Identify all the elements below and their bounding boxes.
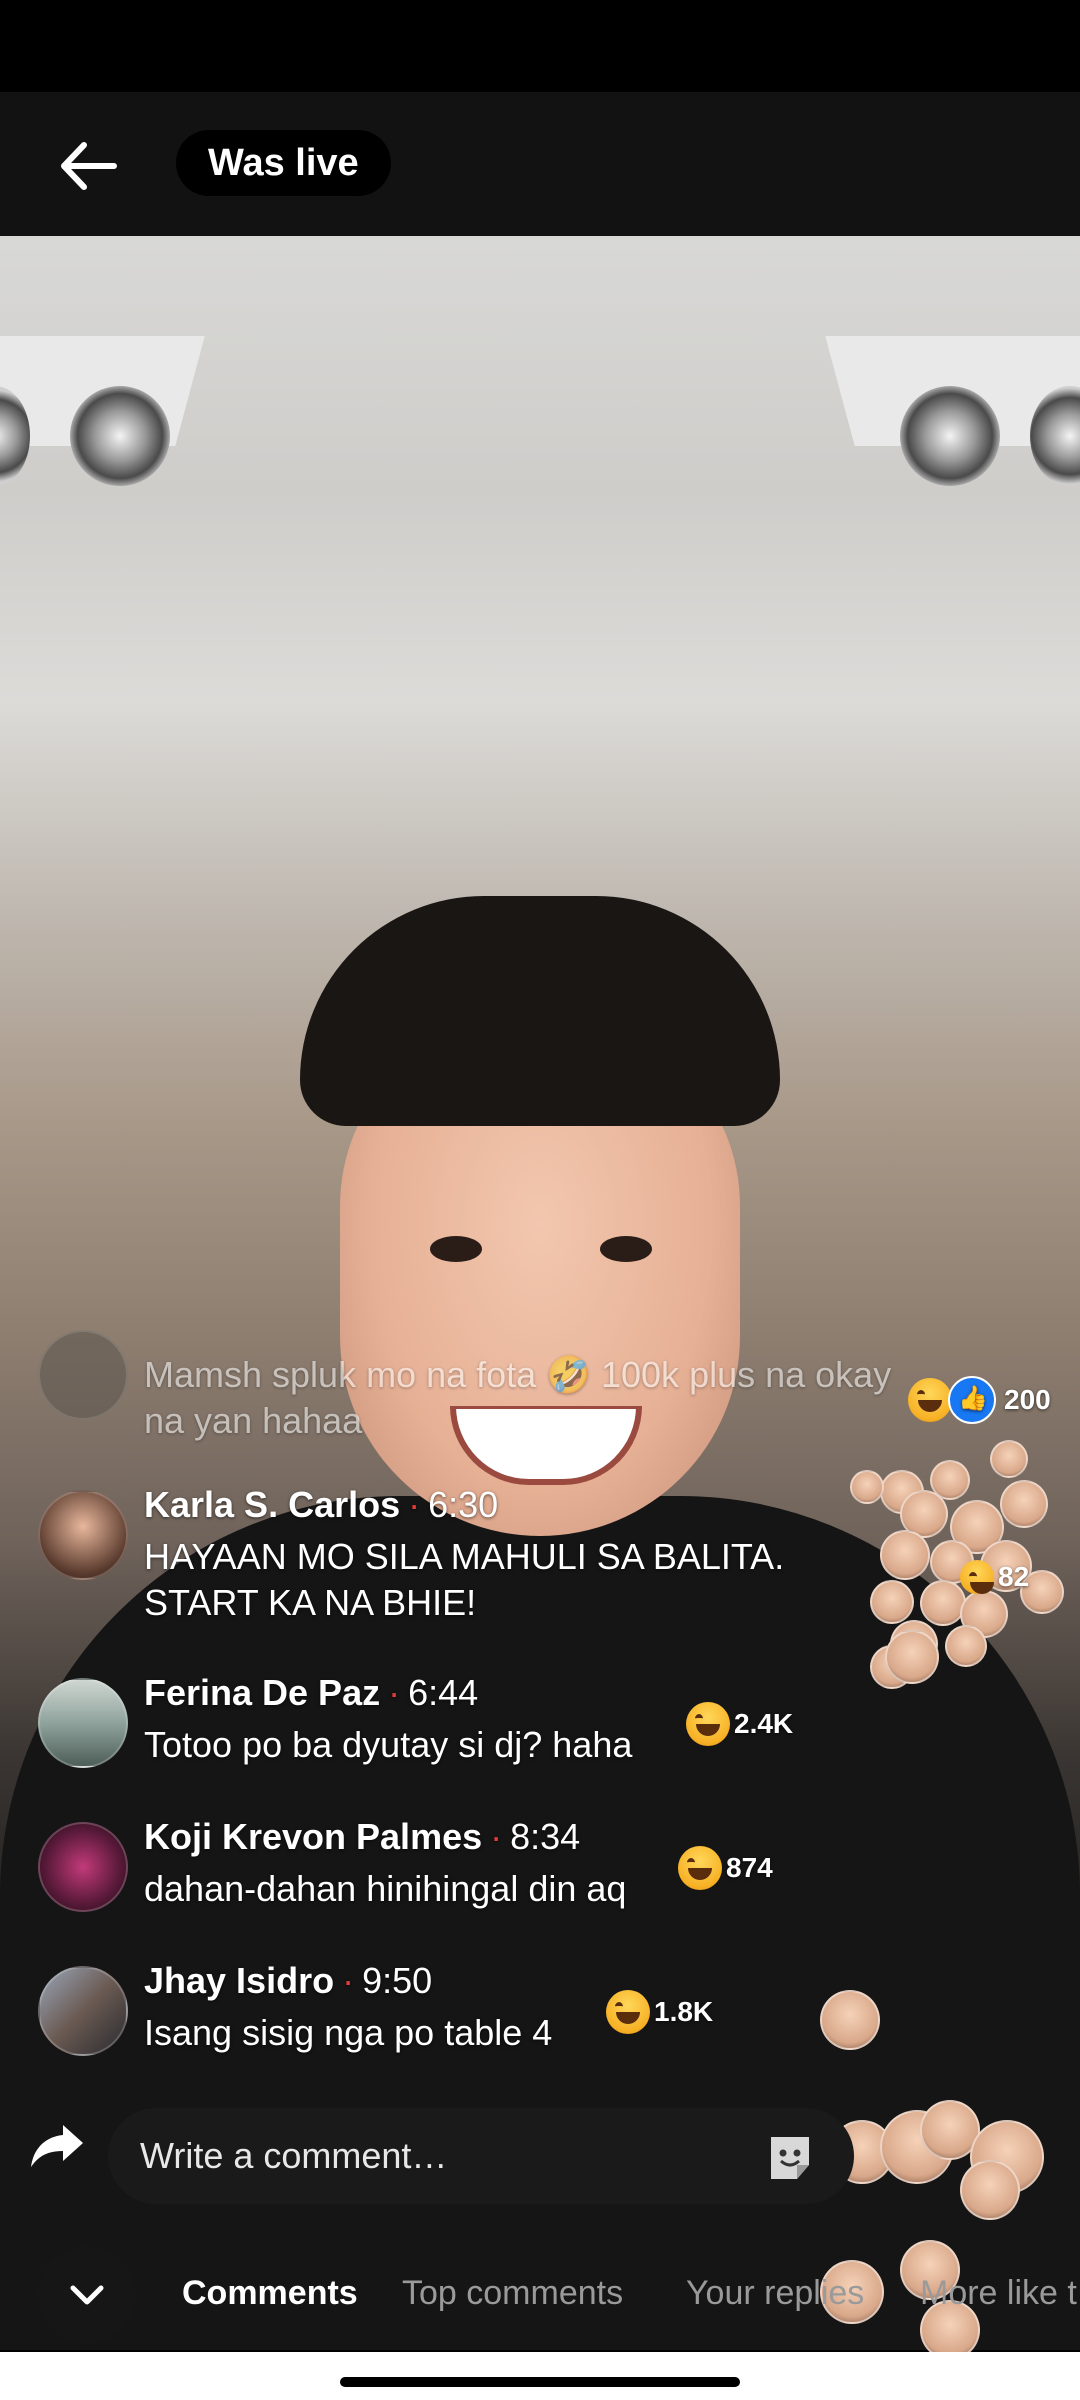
separator-dot: · xyxy=(490,1816,503,1857)
reaction-count: 874 xyxy=(726,1852,773,1883)
system-nav-bar xyxy=(0,2352,1080,2400)
comment-reactions: 1.8K xyxy=(606,1990,713,2034)
chevron-down-icon xyxy=(70,2285,104,2305)
separator-dot: · xyxy=(388,1672,401,1713)
comment-timestamp: 9:50 xyxy=(362,1960,433,2001)
comment-text: Totoo po ba dyutay si dj? haha xyxy=(144,1724,633,1765)
haha-reaction-icon xyxy=(960,1560,994,1594)
comment-composer-bar xyxy=(0,2090,1080,2204)
ceiling-light xyxy=(900,386,1000,486)
tab-top-comments[interactable]: Top comments xyxy=(402,2274,623,2313)
comment-reactions: 200 xyxy=(908,1376,1051,1424)
haha-reaction-icon xyxy=(686,1702,730,1746)
avatar xyxy=(38,1490,128,1580)
sticker-icon xyxy=(771,2137,809,2179)
like-reaction-icon xyxy=(948,1376,996,1424)
live-status-badge: Was live xyxy=(176,130,391,196)
haha-reaction-icon xyxy=(678,1846,722,1890)
avatar xyxy=(38,1330,128,1420)
comment-reactions: 82 xyxy=(960,1560,1029,1594)
comment-text: HAYAAN MO SILA MAHULI SA BALITA. START K… xyxy=(144,1536,785,1623)
avatar xyxy=(38,1966,128,2056)
author-name[interactable]: Karla S. Carlos xyxy=(144,1484,400,1525)
reaction-count: 1.8K xyxy=(654,1996,714,2027)
share-arrow-icon xyxy=(31,2125,83,2167)
tab-more-like-this[interactable]: More like t xyxy=(920,2274,1077,2313)
comment-author: Jhay Isidro · 9:50 xyxy=(144,1960,432,2002)
separator-dot: · xyxy=(408,1484,421,1525)
comment-reactions: 2.4K xyxy=(686,1702,793,1746)
comment-author: Karla S. Carlos · 6:30 xyxy=(144,1484,498,1526)
share-button[interactable] xyxy=(24,2112,90,2178)
header: Was live xyxy=(0,92,1080,236)
haha-reaction-icon xyxy=(606,1990,650,2034)
comment-author: Koji Krevon Palmes · 8:34 xyxy=(144,1816,580,1858)
sticker-button[interactable] xyxy=(760,2128,820,2188)
back-arrow-icon xyxy=(61,142,117,190)
comment-text: Mamsh spluk mo na fota 🤣 100k plus na ok… xyxy=(144,1354,892,1441)
separator-dot: · xyxy=(342,1960,355,2001)
comment-text: Isang sisig nga po table 4 xyxy=(144,2012,553,2053)
comment-reactions: 874 xyxy=(678,1846,773,1890)
author-name[interactable]: Jhay Isidro xyxy=(144,1960,334,2001)
tab-your-replies[interactable]: Your replies xyxy=(686,2274,864,2313)
author-name[interactable]: Koji Krevon Palmes xyxy=(144,1816,482,1857)
comment-text: dahan-dahan hinihingal din aq xyxy=(144,1868,627,1909)
reaction-count: 82 xyxy=(998,1561,1030,1592)
comment-timestamp: 8:34 xyxy=(510,1816,581,1857)
comment-timestamp: 6:30 xyxy=(428,1484,499,1525)
comment-author: Ferina De Paz · 6:44 xyxy=(144,1672,478,1714)
comment-input[interactable] xyxy=(108,2108,854,2204)
home-indicator[interactable] xyxy=(340,2377,740,2387)
back-button[interactable] xyxy=(48,126,128,206)
reaction-count: 2.4K xyxy=(734,1708,794,1739)
status-bar xyxy=(0,0,1080,92)
collapse-button[interactable] xyxy=(38,2246,136,2344)
comment-tabs: Comments Top comments Your replies More … xyxy=(0,2236,1080,2352)
avatar xyxy=(38,1822,128,1912)
tab-comments[interactable]: Comments xyxy=(182,2274,358,2313)
haha-reaction-icon xyxy=(908,1378,952,1422)
author-name[interactable]: Ferina De Paz xyxy=(144,1672,380,1713)
reaction-count: 200 xyxy=(1004,1384,1051,1415)
avatar xyxy=(38,1678,128,1768)
comment-timestamp: 6:44 xyxy=(408,1672,479,1713)
ceiling-light xyxy=(70,386,170,486)
